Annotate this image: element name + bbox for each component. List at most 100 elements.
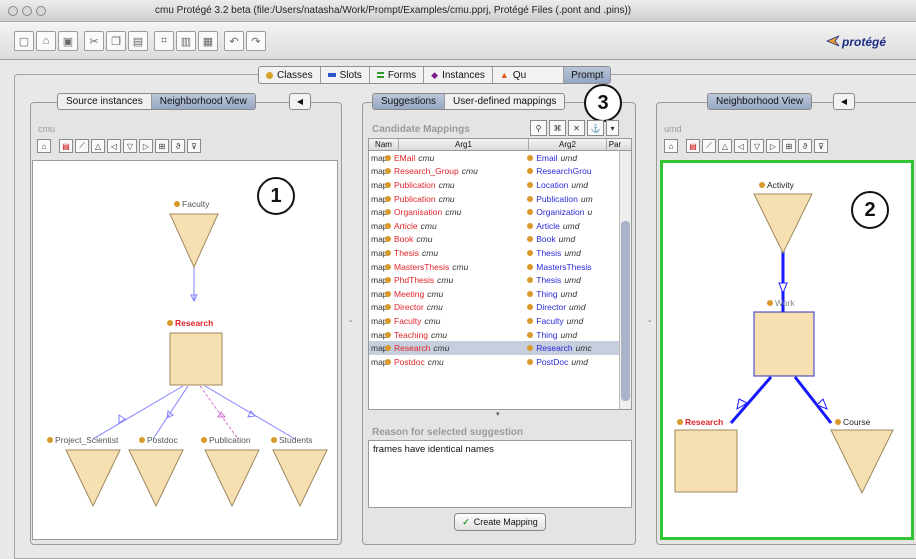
table-row[interactable]: map Teaching cmu Thing umd [369,328,631,342]
undo-icon[interactable]: ↶ [224,31,244,51]
table-row[interactable]: map EMail cmu Email umd [369,151,631,165]
edge-icon[interactable]: ⟋ [702,139,716,153]
rename-icon[interactable]: ▤ [59,139,73,153]
node-publication-source[interactable]: Publication [201,435,251,445]
right-graph-toolbar: ⌂ ▤ ⟋ △ ◁ ▽ ▷ ⊞ ϑ ⊽ [664,139,828,153]
node-project-scientist[interactable]: Project_Scientist [47,435,118,445]
target-ontology-title: umd [664,124,682,134]
layout-left-icon[interactable]: ◁ [734,139,748,153]
merge-icon[interactable]: ⌘ [549,120,566,136]
zoom-window-icon[interactable] [36,6,46,16]
table-row[interactable]: map Publication cmu Publication um [369,192,631,206]
class-icon [385,345,391,352]
tab-forms[interactable]: Forms [370,67,425,83]
tab-slots[interactable]: Slots [321,67,370,83]
right-splitter-handle[interactable]: - [648,316,651,327]
node-postdoc-source[interactable]: Postdoc [139,435,178,445]
grid-layout-icon[interactable]: ⊞ [782,139,796,153]
left-splitter-handle[interactable]: - [349,316,352,327]
search-icon[interactable]: ⚲ [530,120,547,136]
table-row[interactable]: map Postdoc cmu PostDoc umd [369,355,631,369]
tab-instances[interactable]: ◆ Instances [424,67,493,83]
tab-neighborhood-view-left[interactable]: Neighborhood View [151,94,255,109]
remove-icon[interactable]: ✕ [568,120,585,136]
layout-right-icon[interactable]: ▷ [139,139,153,153]
cut-icon[interactable]: ✂ [84,31,104,51]
table-row[interactable]: map PhdThesis cmu Thesis umd [369,273,631,287]
node-activity-target[interactable]: Activity [759,180,794,190]
table-row[interactable]: map Thesis cmu Thesis umd [369,246,631,260]
home-icon[interactable]: ⌂ [664,139,678,153]
toggle-icon[interactable]: ϑ [171,139,185,153]
col-arg1[interactable]: Arg1 [399,139,529,150]
tab-neighborhood-view-right[interactable]: Neighborhood View [708,94,812,109]
table-row[interactable]: map Research cmu Research umc [369,341,631,355]
layout-left-icon[interactable]: ◁ [107,139,121,153]
row-target: Book umd [527,234,631,244]
col-arg2[interactable]: Arg2 [529,139,607,150]
node-research-source[interactable]: Research [167,318,213,328]
paste-icon[interactable]: ▤ [128,31,148,51]
table-row[interactable]: map Book cmu Book umd [369,233,631,247]
right-collapse-button[interactable]: ◀ [833,93,855,110]
table-row[interactable]: map Article cmu Article umd [369,219,631,233]
tab-suggestions[interactable]: Suggestions [373,94,446,109]
col-name[interactable]: Nam [369,139,399,150]
layout-down-icon[interactable]: ▽ [123,139,137,153]
table-row[interactable]: map Director cmu Director umd [369,301,631,315]
target-graph-canvas[interactable]: Activity Work Research Course 2 [660,160,914,540]
redo-icon[interactable]: ↷ [246,31,266,51]
checkmark-icon: ✓ [462,516,470,527]
find-icon[interactable]: ⌗ [154,31,174,51]
grid-layout-icon[interactable]: ⊞ [155,139,169,153]
target-ontology: umd [560,288,578,299]
table-row[interactable]: map Organisation cmu Organization u [369,205,631,219]
table-row[interactable]: map Publication cmu Location umd [369,178,631,192]
table-resize-handle[interactable]: ▾ [496,410,500,418]
more-options-icon[interactable]: ▾ [606,120,619,136]
table-row[interactable]: map MastersThesis cmu MastersThesis [369,260,631,274]
table-scrollbar[interactable] [619,151,631,409]
minimize-window-icon[interactable] [22,6,32,16]
class-icon [385,358,391,365]
open-project-icon[interactable]: ⌂ [36,31,56,51]
config-icon[interactable]: ▥ [176,31,196,51]
create-mapping-button[interactable]: ✓ Create Mapping [454,513,546,531]
node-work-target[interactable]: Work [767,298,795,308]
target-class: Thing [536,288,558,299]
save-project-icon[interactable]: ▣ [58,31,78,51]
table-row[interactable]: map Meeting cmu Thing umd [369,287,631,301]
layout-right-icon[interactable]: ▷ [766,139,780,153]
node-faculty-source[interactable]: Faculty [174,199,209,209]
anchor-icon[interactable]: ⚓ [587,120,604,136]
left-collapse-button[interactable]: ◀ [289,93,311,110]
layout-down-icon[interactable]: ▽ [750,139,764,153]
table-row[interactable]: map Faculty cmu Faculty umd [369,314,631,328]
node-course-target[interactable]: Course [835,417,870,427]
filter-icon[interactable]: ⊽ [814,139,828,153]
tab-classes[interactable]: Classes [259,67,321,83]
layout-up-icon[interactable]: △ [718,139,732,153]
toggle-icon[interactable]: ϑ [798,139,812,153]
tab-user-defined-mappings[interactable]: User-defined mappings [445,94,564,109]
filter-icon[interactable]: ⊽ [187,139,201,153]
new-project-icon[interactable]: ▢ [14,31,34,51]
rename-icon[interactable]: ▤ [686,139,700,153]
copy-icon[interactable]: ❐ [106,31,126,51]
node-students-source[interactable]: Students [271,435,313,445]
layout-up-icon[interactable]: △ [91,139,105,153]
source-graph-canvas[interactable]: Faculty Research Project_Scientist Postd… [32,160,338,540]
edge-icon[interactable]: ⟋ [75,139,89,153]
tab-prompt[interactable]: Prompt [564,67,611,83]
home-icon[interactable]: ⌂ [37,139,51,153]
source-ontology: cmu [427,288,444,299]
node-research-target[interactable]: Research [677,417,723,427]
tab-source-instances[interactable]: Source instances [58,94,152,109]
export-icon[interactable]: ▦ [198,31,218,51]
table-row[interactable]: map Research_Group cmu ResearchGrou [369,165,631,179]
row-source: Research_Group cmu [385,166,527,176]
close-window-icon[interactable] [8,6,18,16]
tab-queries[interactable]: ▲ Qu [493,67,565,83]
col-par[interactable]: Par [607,139,623,150]
scrollbar-thumb[interactable] [621,221,630,401]
